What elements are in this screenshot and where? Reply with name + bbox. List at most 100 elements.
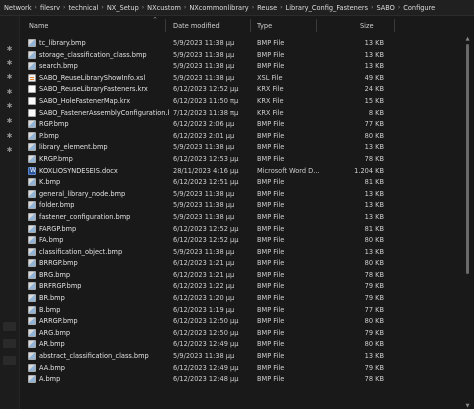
file-size: 13 KB [364, 50, 384, 59]
file-size: 80 KB [364, 131, 384, 140]
file-row[interactable]: FARGP.bmp 6/12/2023 12:52 μμ BMP File 81 KB [20, 223, 474, 235]
file-row[interactable]: general_library_node.bmp 5/9/2023 11:38 μ… [20, 188, 474, 200]
breadcrumb-item[interactable]: Configure [403, 4, 435, 12]
breadcrumb-separator-icon[interactable]: › [252, 4, 254, 11]
file-row[interactable]: RGP.bmp 6/12/2023 2:06 μμ BMP File 77 KB [20, 118, 474, 130]
file-row[interactable]: KOXLIOSYNDESEIS.docx 28/11/2023 4:16 μμ Mi… [20, 165, 474, 177]
file-row[interactable]: storage_classification_class.bmp 5/9/2023… [20, 49, 474, 61]
file-size: 13 KB [364, 39, 384, 47]
pin-icon[interactable]: ✱ [5, 102, 14, 111]
navigation-pane[interactable]: ✱ ✱ ✱ ✱ ✱ ✱ ✱ ✱ [0, 16, 20, 409]
column-header: ^ Name Date modified Type Size [20, 16, 474, 35]
file-size: 78 KB [364, 154, 384, 163]
breadcrumb-separator-icon[interactable]: › [184, 4, 186, 11]
file-row[interactable]: KRGP.bmp 6/12/2023 12:53 μμ BMP File 78 KB [20, 153, 474, 165]
file-row[interactable]: SABO_ReuseLibraryShowInfo.xsl 5/9/2023 11… [20, 72, 474, 84]
breadcrumb-separator-icon[interactable]: › [63, 4, 65, 11]
nav-item[interactable] [3, 322, 16, 331]
file-row[interactable]: BR.bmp 6/12/2023 1:20 μμ BMP File 79 KB [20, 292, 474, 304]
file-row[interactable]: tc_library.bmp 5/9/2023 11:38 μμ BMP File 1… [20, 37, 474, 49]
file-row[interactable]: P.bmp 6/12/2023 2:01 μμ BMP File 80 KB [20, 130, 474, 142]
file-row[interactable]: ARRGP.bmp 6/12/2023 12:50 μμ BMP File 80 KB [20, 315, 474, 327]
pin-icon[interactable]: ✱ [5, 146, 14, 155]
file-row[interactable]: search.bmp 5/9/2023 11:38 μμ BMP File 13 KB [20, 60, 474, 72]
breadcrumb-separator-icon[interactable]: › [142, 4, 144, 11]
file-row[interactable]: AR.bmp 6/12/2023 12:49 μμ BMP File 80 KB [20, 338, 474, 350]
breadcrumb-item[interactable]: Network [4, 4, 32, 12]
file-row[interactable]: SABO_ReuseLibraryFasteners.krx 6/12/2023 … [20, 83, 474, 95]
file-row[interactable]: A.bmp 6/12/2023 12:48 μμ BMP File 78 KB [20, 373, 474, 385]
breadcrumb-item[interactable]: NXcustom [147, 4, 181, 12]
file-row[interactable]: ARG.bmp 6/12/2023 12:50 μμ BMP File 79 KB [20, 327, 474, 339]
file-type: BMP File [257, 340, 285, 349]
file-row[interactable]: FA.bmp 6/12/2023 12:52 μμ BMP File 80 KB [20, 234, 474, 246]
pin-icon[interactable]: ✱ [5, 132, 14, 141]
file-row[interactable]: K.bmp 6/12/2023 12:51 μμ BMP File 81 KB [20, 176, 474, 188]
bmp-file-icon [28, 62, 36, 71]
pin-icon[interactable]: ✱ [5, 73, 14, 82]
breadcrumb-separator-icon[interactable]: › [398, 4, 400, 11]
file-name: fastener_configuration.bmp [39, 212, 131, 221]
file-row[interactable]: fastener_configuration.bmp 5/9/2023 11:38… [20, 211, 474, 223]
column-header-date[interactable]: Date modified [173, 22, 220, 30]
breadcrumb-item[interactable]: NX_Setup [107, 4, 139, 12]
column-divider[interactable] [394, 19, 395, 32]
file-row[interactable]: BRRGP.bmp 6/12/2023 1:21 μμ BMP File 80 KB [20, 257, 474, 269]
pin-icon[interactable]: ✱ [5, 117, 14, 126]
nav-item[interactable] [3, 339, 16, 348]
column-header-type[interactable]: Type [257, 22, 272, 30]
file-row[interactable]: BRFRGP.bmp 6/12/2023 1:22 μμ BMP File 79 KB [20, 280, 474, 292]
file-row[interactable]: B.bmp 6/12/2023 1:19 μμ BMP File 77 KB [20, 304, 474, 316]
krx-file-icon [28, 108, 36, 117]
file-type: BMP File [257, 201, 285, 210]
file-row[interactable]: abstract_classification_class.bmp 5/9/202… [20, 350, 474, 362]
breadcrumb-item[interactable]: NXcommonlibrary [189, 4, 248, 12]
bmp-file-icon [28, 201, 36, 210]
breadcrumb-item[interactable]: technical [68, 4, 98, 12]
breadcrumb-separator-icon[interactable]: › [371, 4, 373, 11]
file-row[interactable]: library_element.bmp 5/9/2023 11:38 μμ BMP … [20, 141, 474, 153]
pin-icon[interactable]: ✱ [5, 45, 14, 54]
file-size: 79 KB [364, 328, 384, 337]
column-divider[interactable] [250, 19, 251, 32]
column-header-name[interactable]: Name [29, 22, 48, 30]
breadcrumb-item[interactable]: filesrv [40, 4, 60, 12]
breadcrumb-separator-icon[interactable]: › [280, 4, 282, 11]
file-date-modified: 6/12/2023 11:50 πμ [173, 96, 239, 105]
file-date-modified: 5/9/2023 11:38 μμ [173, 50, 235, 59]
breadcrumb-item[interactable]: Reuse [257, 4, 277, 12]
breadcrumb-item[interactable]: SABO [376, 4, 394, 12]
file-name: B.bmp [39, 305, 61, 314]
file-row[interactable]: classification_object.bmp 5/9/2023 11:38 … [20, 246, 474, 258]
file-row[interactable]: AA.bmp 6/12/2023 12:49 μμ BMP File 79 KB [20, 362, 474, 374]
breadcrumb-separator-icon[interactable]: › [35, 4, 37, 11]
pin-icon[interactable]: ✱ [5, 88, 14, 97]
file-size: 79 KB [364, 282, 384, 291]
breadcrumb-item[interactable]: Library_Config_Fasteners [286, 4, 369, 12]
word-document-icon [28, 166, 36, 175]
file-type: BMP File [257, 50, 285, 59]
nav-item[interactable] [3, 356, 16, 365]
file-date-modified: 6/12/2023 12:49 μμ [173, 363, 239, 372]
column-header-size[interactable]: Size [360, 22, 374, 30]
scroll-down-icon[interactable]: ▼ [465, 403, 470, 409]
bmp-file-icon [28, 294, 36, 303]
file-size: 49 KB [364, 73, 384, 82]
pin-icon[interactable]: ✱ [5, 59, 14, 68]
file-name: A.bmp [39, 375, 61, 384]
column-divider[interactable] [165, 19, 166, 32]
file-type: BMP File [257, 224, 285, 233]
file-row[interactable]: SABO_FastenerAssemblyConfiguration.krx 7/… [20, 107, 474, 119]
breadcrumb-separator-icon[interactable]: › [101, 4, 103, 11]
file-row[interactable]: SABO_HoleFastenerMap.krx 6/12/2023 11:50 … [20, 95, 474, 107]
file-row[interactable]: BRG.bmp 6/12/2023 1:21 μμ BMP File 78 KB [20, 269, 474, 281]
vertical-scrollbar[interactable]: ▲ ▼ [465, 36, 470, 409]
file-size: 78 KB [364, 375, 384, 384]
file-row[interactable]: folder.bmp 5/9/2023 11:38 μμ BMP File 13 KB [20, 199, 474, 211]
scrollbar-thumb[interactable] [466, 44, 469, 274]
column-divider[interactable] [316, 19, 317, 32]
bmp-file-icon [28, 236, 36, 245]
bmp-file-icon [28, 143, 36, 152]
scroll-up-icon[interactable]: ▲ [465, 36, 470, 42]
file-size: 78 KB [364, 270, 384, 279]
